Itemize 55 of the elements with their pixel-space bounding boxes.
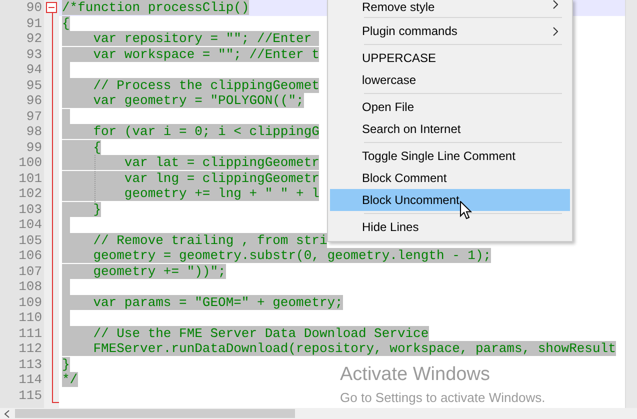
menu-item[interactable]: Open File [330,96,570,118]
menu-item-label: Plugin commands [362,24,458,38]
line-number: 101 [18,170,43,186]
line-number: 100 [18,155,43,170]
line-number: 113 [18,356,43,372]
fold-collapse-icon[interactable] [46,2,57,14]
vertical-scrollbar[interactable] [625,0,637,408]
menu-item-label: Remove style [362,0,435,14]
mouse-pointer-icon [460,201,472,220]
line-number: 98 [25,124,43,140]
line-number: 99 [25,140,43,155]
line-number: 108 [18,279,43,294]
menu-item[interactable]: Block Uncomment [330,189,570,211]
menu-item-label: Block Uncomment [362,193,460,207]
line-number: 110 [18,310,43,326]
menu-item-label: Hide Lines [362,220,419,234]
menu-item[interactable]: Remove style [330,0,570,15]
activation-subtitle: Go to Settings to activate Windows. [340,390,546,405]
line-number: 104 [18,217,43,232]
menu-item-label: Block Comment [362,171,447,185]
line-number: 107 [18,264,43,279]
line-number: 90 [25,0,43,16]
line-number: 109 [18,294,43,310]
menu-item-label: Search on Internet [362,122,461,136]
menu-item-label: lowercase [362,73,416,87]
line-number: 103 [18,202,43,217]
scrollbar-thumb[interactable] [15,409,295,418]
menu-item[interactable]: UPPERCASE [330,47,570,69]
line-number: 105 [18,232,43,248]
line-number: 97 [25,108,43,124]
line-number: 102 [18,186,43,202]
line-number: 112 [18,341,43,356]
line-number: 93 [25,46,43,62]
line-number: 111 [18,326,43,341]
menu-item[interactable]: lowercase [330,69,570,91]
menu-item[interactable]: Block Comment [330,167,570,189]
line-number: 95 [25,78,43,93]
line-number: 91 [25,16,43,31]
line-number: 114 [18,372,43,388]
menu-item[interactable]: Toggle Single Line Comment [330,145,570,167]
line-number: 106 [18,248,43,264]
line-number: 115 [18,388,43,403]
menu-item-label: Open File [362,100,414,114]
menu-item[interactable]: Hide Lines [330,216,570,238]
indent-guide [94,155,96,203]
line-number: 94 [25,62,43,78]
activation-title: Activate Windows [340,364,491,386]
menu-item[interactable]: Search on Internet [330,118,570,140]
scroll-left-icon[interactable] [4,410,10,418]
line-number: 92 [25,31,43,46]
menu-item-label: UPPERCASE [362,51,436,65]
menu-item-label: Toggle Single Line Comment [362,149,516,163]
menu-item[interactable]: Plugin commands [330,20,570,42]
line-number: 96 [25,93,43,108]
horizontal-scrollbar[interactable] [0,408,637,419]
